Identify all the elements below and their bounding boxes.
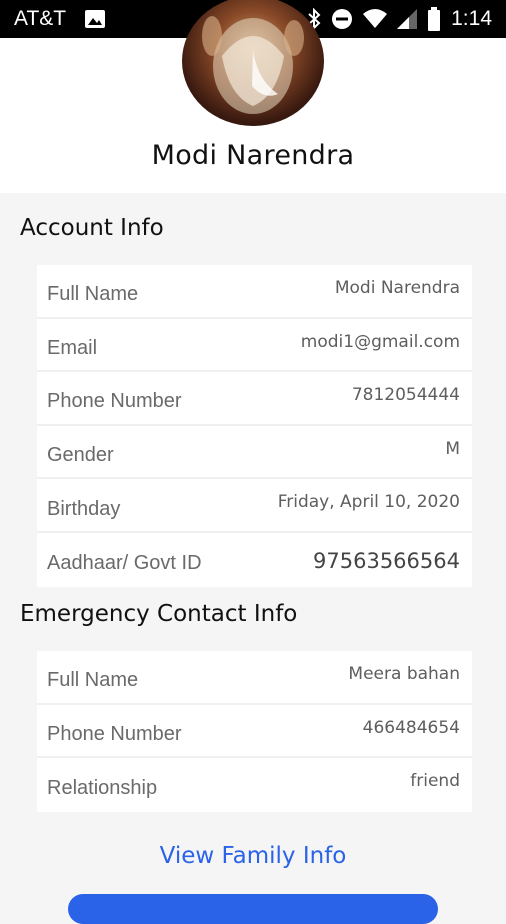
row-value: 97563566564 — [313, 548, 460, 573]
row-value: 466484654 — [362, 717, 460, 738]
carrier-label: AT&T — [14, 7, 67, 30]
account-info-title: Account Info — [20, 215, 164, 241]
emergency-row-relationship[interactable]: Relationship friend — [37, 758, 472, 812]
emergency-info-title: Emergency Contact Info — [20, 601, 298, 627]
emergency-info-card: Full Name Meera bahan Phone Number 46648… — [37, 651, 472, 812]
row-value: M — [445, 438, 460, 459]
row-label: Email — [47, 336, 98, 359]
row-label: Relationship — [47, 777, 158, 800]
account-row-govt-id[interactable]: Aadhaar/ Govt ID 97563566564 — [37, 533, 472, 587]
account-info-card: Full Name Modi Narendra Email modi1@gmai… — [37, 265, 472, 587]
emergency-row-full-name[interactable]: Full Name Meera bahan — [37, 651, 472, 705]
do-not-disturb-icon — [331, 8, 353, 30]
bottom-action-button[interactable] — [68, 894, 438, 924]
row-value: Meera bahan — [348, 664, 460, 684]
avatar[interactable] — [182, 0, 324, 126]
wifi-icon — [363, 9, 388, 29]
row-value: 7812054444 — [351, 385, 460, 406]
row-label: Full Name — [47, 669, 139, 692]
row-label: Aadhaar/ Govt ID — [47, 552, 202, 575]
image-icon — [84, 9, 106, 29]
row-value: modi1@gmail.com — [300, 331, 460, 352]
row-value: friend — [410, 771, 460, 792]
account-row-gender[interactable]: Gender M — [37, 426, 472, 480]
view-family-info-link[interactable]: View Family Info — [0, 843, 506, 869]
row-value: Friday, April 10, 2020 — [277, 492, 460, 513]
row-label: Full Name — [47, 283, 139, 306]
row-label: Gender — [47, 444, 114, 467]
emergency-row-phone-number[interactable]: Phone Number 466484654 — [37, 705, 472, 759]
row-value: Modi Narendra — [334, 278, 460, 298]
profile-header: Modi Narendra — [0, 0, 506, 193]
account-row-phone-number[interactable]: Phone Number 7812054444 — [37, 372, 472, 426]
account-row-email[interactable]: Email modi1@gmail.com — [37, 319, 472, 373]
profile-name: Modi Narendra — [151, 140, 355, 171]
row-label: Birthday — [47, 497, 121, 520]
signal-icon — [397, 9, 418, 29]
battery-icon — [427, 7, 441, 31]
row-label: Phone Number — [47, 390, 182, 413]
account-row-birthday[interactable]: Birthday Friday, April 10, 2020 — [37, 479, 472, 533]
clock-time: 1:14 — [451, 7, 492, 30]
account-row-full-name[interactable]: Full Name Modi Narendra — [37, 265, 472, 319]
row-label: Phone Number — [47, 722, 182, 745]
